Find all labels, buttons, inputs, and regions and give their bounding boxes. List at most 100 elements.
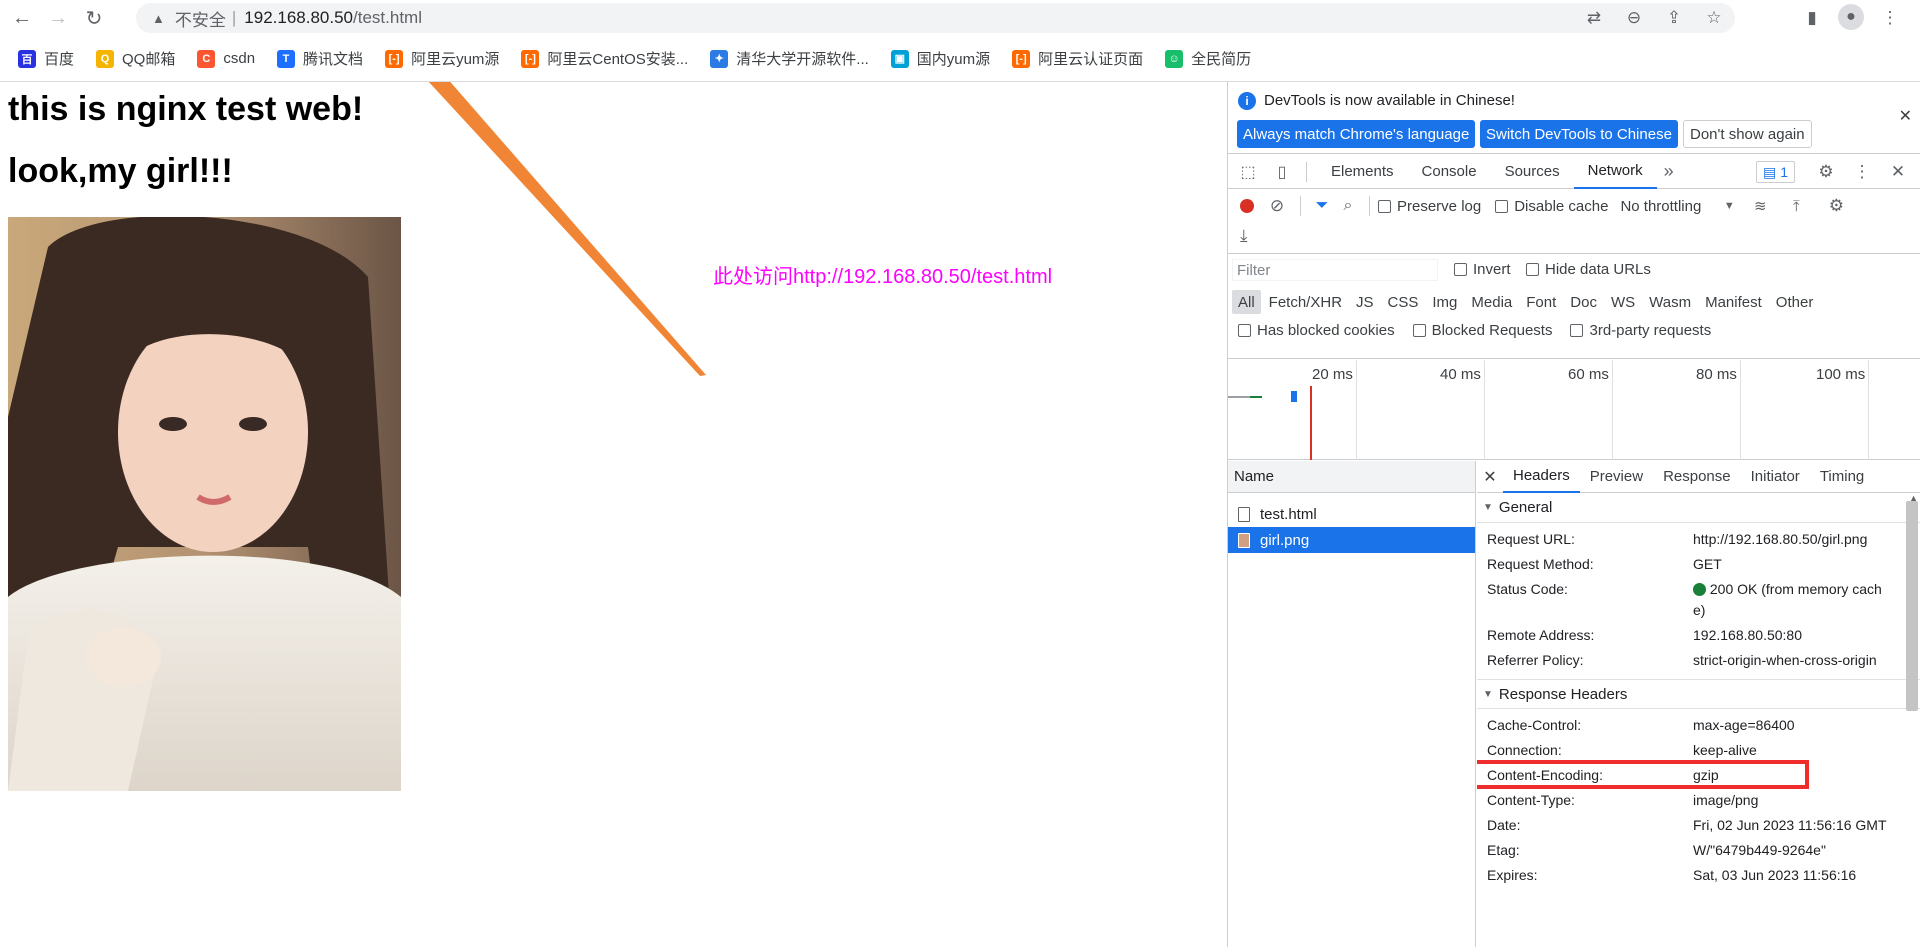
blocked-requests-checkbox[interactable]: Blocked Requests: [1412, 322, 1552, 339]
bookmark-item[interactable]: [-] 阿里云yum源: [385, 48, 499, 69]
header-value[interactable]: strict-origin-when-cross-origin: [1693, 650, 1889, 671]
bookmark-item[interactable]: [-] 阿里云认证页面: [1012, 48, 1143, 69]
dont-show-again-button[interactable]: Don't show again: [1683, 120, 1812, 148]
checkbox-box[interactable]: [1454, 263, 1467, 276]
url-host[interactable]: 192.168.80.50: [244, 8, 353, 28]
throttling-select[interactable]: No throttling: [1620, 198, 1701, 215]
export-har-icon[interactable]: ⤓: [1240, 226, 1248, 246]
clear-icon[interactable]: ⊘: [1262, 196, 1292, 216]
more-tabs-icon[interactable]: »: [1657, 161, 1681, 182]
url-path[interactable]: /test.html: [353, 8, 422, 28]
type-filter-js[interactable]: JS: [1350, 290, 1380, 314]
share-icon[interactable]: ⇪: [1659, 5, 1689, 31]
checkbox-box[interactable]: [1378, 199, 1391, 213]
settings-gear-icon[interactable]: ⚙: [1812, 158, 1840, 186]
type-filter-font[interactable]: Font: [1520, 290, 1562, 314]
address-bar[interactable]: ▲ 不安全 | 192.168.80.50 /test.html ⇄ ⊖ ⇪ ☆: [136, 3, 1735, 33]
header-value[interactable]: GET: [1693, 554, 1889, 575]
general-section-header[interactable]: ▼ General: [1477, 493, 1920, 523]
translate-icon[interactable]: ⇄: [1579, 5, 1609, 31]
tab-headers[interactable]: Headers: [1503, 461, 1580, 493]
checkbox-box[interactable]: [1412, 324, 1426, 337]
tab-initiator[interactable]: Initiator: [1741, 461, 1810, 493]
bookmark-item[interactable]: Q QQ邮箱: [96, 48, 175, 69]
bookmark-item[interactable]: ☺ 全民简历: [1165, 48, 1251, 69]
forward-icon[interactable]: →: [44, 4, 72, 32]
tab-elements[interactable]: Elements: [1317, 155, 1408, 189]
close-devtools-icon[interactable]: ✕: [1884, 158, 1912, 186]
network-timeline[interactable]: 20 ms 40 ms 60 ms 80 ms 100 ms: [1228, 360, 1920, 460]
disable-cache-checkbox[interactable]: Disable cache: [1495, 198, 1608, 215]
filter-input[interactable]: Filter: [1232, 259, 1438, 281]
close-icon[interactable]: ✕: [1899, 106, 1912, 126]
type-filter-doc[interactable]: Doc: [1564, 290, 1603, 314]
preserve-log-checkbox[interactable]: Preserve log: [1378, 198, 1481, 215]
bookmark-item[interactable]: Ccsdn: [197, 49, 255, 68]
type-filter-fetch-xhr[interactable]: Fetch/XHR: [1263, 290, 1348, 314]
bookmark-item[interactable]: ▣ 国内yum源: [890, 48, 990, 69]
network-conditions-icon[interactable]: ≋: [1745, 197, 1775, 215]
menu-kebab-icon[interactable]: ⋮: [1876, 4, 1904, 32]
header-value[interactable]: keep-alive: [1693, 740, 1889, 761]
match-language-button[interactable]: Always match Chrome's language: [1237, 120, 1476, 148]
warning-icon[interactable]: ▲: [152, 11, 165, 26]
request-row-selected[interactable]: girl.png: [1228, 527, 1475, 553]
chevron-down-icon[interactable]: ▼: [1719, 200, 1739, 212]
response-headers-section-header[interactable]: ▼ Response Headers: [1477, 679, 1920, 709]
tab-sources[interactable]: Sources: [1491, 155, 1574, 189]
bookmark-star-icon[interactable]: ☆: [1699, 5, 1729, 31]
checkbox-box[interactable]: [1495, 199, 1509, 213]
tab-network[interactable]: Network: [1573, 155, 1657, 189]
header-value[interactable]: 192.168.80.50:80: [1693, 625, 1889, 646]
type-filter-css[interactable]: CSS: [1382, 290, 1425, 314]
issues-badge[interactable]: ▤ 1: [1756, 161, 1796, 183]
blocked-cookies-checkbox[interactable]: Has blocked cookies: [1238, 322, 1395, 339]
bookmark-item[interactable]: ✦ 清华大学开源软件...: [710, 48, 869, 69]
header-value[interactable]: W/"6479b449-9264e": [1693, 840, 1889, 861]
insecure-label[interactable]: 不安全: [175, 6, 226, 31]
switch-chinese-button[interactable]: Switch DevTools to Chinese: [1480, 120, 1678, 148]
tab-response[interactable]: Response: [1653, 461, 1741, 493]
request-row[interactable]: test.html: [1228, 501, 1475, 527]
import-har-icon[interactable]: ⤒: [1781, 198, 1811, 215]
type-filter-img[interactable]: Img: [1426, 290, 1463, 314]
network-settings-icon[interactable]: ⚙: [1821, 196, 1851, 216]
bookmark-item[interactable]: 百百度: [18, 48, 74, 69]
close-details-icon[interactable]: ✕: [1477, 467, 1503, 487]
header-value[interactable]: gzip: [1693, 765, 1889, 786]
third-party-checkbox[interactable]: 3rd-party requests: [1570, 322, 1711, 339]
more-options-icon[interactable]: ⋮: [1848, 158, 1876, 186]
header-value[interactable]: http://192.168.80.50/girl.png: [1693, 529, 1889, 550]
side-panel-icon[interactable]: ▮: [1798, 4, 1826, 32]
tab-timing[interactable]: Timing: [1810, 461, 1874, 493]
search-icon[interactable]: ⌕: [1335, 197, 1361, 215]
bookmark-item[interactable]: [-] 阿里云CentOS安装...: [521, 48, 688, 69]
checkbox-box[interactable]: [1570, 324, 1584, 337]
bookmark-item[interactable]: T 腾讯文档: [277, 48, 363, 69]
type-filter-wasm[interactable]: Wasm: [1643, 290, 1697, 314]
hide-data-urls-checkbox[interactable]: Hide data URLs: [1526, 261, 1651, 278]
header-value[interactable]: image/png: [1693, 790, 1889, 811]
checkbox-box[interactable]: [1238, 324, 1251, 337]
type-filter-ws[interactable]: WS: [1605, 290, 1641, 314]
invert-checkbox[interactable]: Invert: [1454, 261, 1511, 278]
profile-avatar-icon[interactable]: ●: [1838, 4, 1864, 30]
device-toolbar-icon[interactable]: ▯: [1268, 158, 1296, 186]
type-filter-all[interactable]: All: [1232, 290, 1261, 314]
reload-icon[interactable]: ↻: [80, 4, 108, 32]
header-value[interactable]: max-age=86400: [1693, 715, 1889, 736]
header-value[interactable]: Sat, 03 Jun 2023 11:56:16: [1693, 865, 1889, 886]
type-filter-manifest[interactable]: Manifest: [1699, 290, 1768, 314]
type-filter-media[interactable]: Media: [1465, 290, 1518, 314]
filter-icon[interactable]: ⏷: [1309, 197, 1335, 215]
back-icon[interactable]: ←: [8, 4, 36, 32]
zoom-icon[interactable]: ⊖: [1619, 5, 1649, 31]
type-filter-other[interactable]: Other: [1770, 290, 1820, 314]
header-value[interactable]: Fri, 02 Jun 2023 11:56:16 GMT: [1693, 815, 1889, 836]
tab-preview[interactable]: Preview: [1580, 461, 1653, 493]
name-column-header[interactable]: Name: [1228, 461, 1475, 493]
inspect-element-icon[interactable]: ⬚: [1234, 158, 1262, 186]
tab-console[interactable]: Console: [1408, 155, 1491, 189]
checkbox-box[interactable]: [1526, 263, 1539, 276]
record-icon[interactable]: [1240, 199, 1254, 213]
